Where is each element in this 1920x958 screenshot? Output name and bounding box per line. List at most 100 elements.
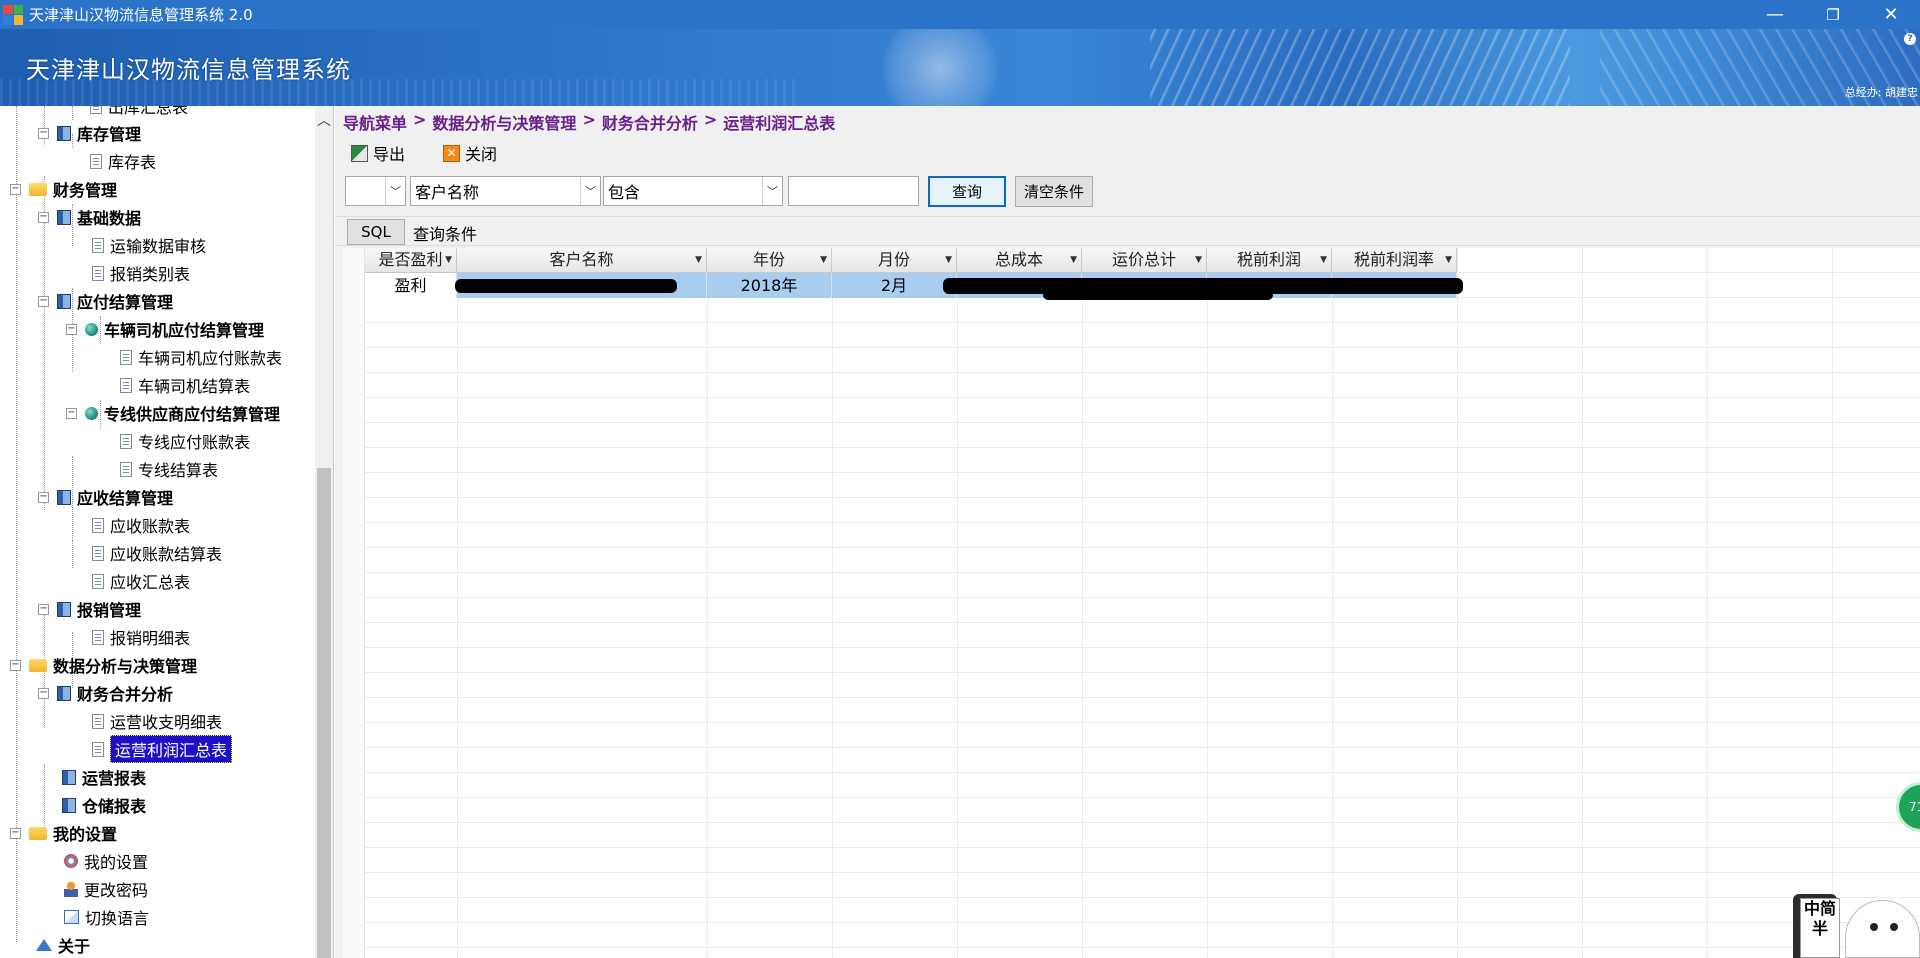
column-header-year[interactable]: 年份 ▼ <box>707 248 832 273</box>
collapse-icon[interactable]: − <box>38 211 49 223</box>
tree-item-finance-mgmt[interactable]: − 财务管理 <box>10 175 117 203</box>
tree-item-inventory-table[interactable]: 库存表 <box>90 147 156 175</box>
tree-item-change-password[interactable]: 更改密码 <box>64 875 148 903</box>
collapse-icon[interactable]: − <box>38 491 49 503</box>
tree-item-driver-settlement[interactable]: 车辆司机结算表 <box>120 371 250 399</box>
collapse-icon[interactable]: − <box>10 827 21 839</box>
column-header-profitable[interactable]: 是否盈利 ▼ <box>365 248 457 273</box>
tree-item-transport-audit[interactable]: 运输数据审核 <box>92 231 206 259</box>
tree-item-label: 应收结算管理 <box>77 489 174 508</box>
sql-button[interactable]: SQL <box>347 219 405 245</box>
column-header-pretax-margin[interactable]: 税前利润率 ▼ <box>1332 248 1457 273</box>
clear-conditions-button[interactable]: 清空条件 <box>1015 176 1093 207</box>
dropdown-arrow-icon[interactable]: ▼ <box>820 248 827 272</box>
tree-item-label: 仓储报表 <box>82 797 147 816</box>
tree-item-warehouse-reports[interactable]: 仓储报表 <box>62 791 146 819</box>
collapse-icon[interactable]: − <box>10 183 21 195</box>
collapse-icon[interactable]: − <box>66 323 77 335</box>
data-grid: 是否盈利 ▼ 客户名称 ▼ 年份 ▼ 月份 ▼ 总成本 ▼ 运价总计 ▼ 税前利润 ▼ 税前利… <box>343 248 1920 958</box>
tree-item-driver-payable-accounts[interactable]: 车辆司机应付账款表 <box>120 343 282 371</box>
sidebar-scrollbar[interactable]: ︿ <box>315 106 333 958</box>
column-header-freight-total[interactable]: 运价总计 ▼ <box>1082 248 1207 273</box>
tree-item-payables-mgmt[interactable]: − 应付结算管理 <box>38 287 173 315</box>
cell-month[interactable]: 2月 <box>832 273 957 298</box>
collapse-icon[interactable]: − <box>38 603 49 615</box>
tree-item-about[interactable]: 关于 <box>36 931 90 958</box>
tree-item-receivable-summary[interactable]: 应收汇总表 <box>92 567 190 595</box>
restore-button[interactable]: ❐ <box>1804 0 1862 29</box>
tree-item-expense-mgmt[interactable]: − 报销管理 <box>38 595 141 623</box>
collapse-icon[interactable]: − <box>66 407 77 419</box>
dropdown-arrow-icon[interactable]: ▼ <box>1070 248 1077 272</box>
column-header-pretax-profit[interactable]: 税前利润 ▼ <box>1207 248 1332 273</box>
tree-item-op-reports[interactable]: 运营报表 <box>62 763 146 791</box>
cell-year[interactable]: 2018年 <box>707 273 832 298</box>
minimize-button[interactable]: — <box>1746 0 1804 29</box>
logic-select[interactable]: ﹀ <box>345 176 406 206</box>
tree-item-op-profit-summary[interactable]: 运营利润汇总表 <box>92 735 233 763</box>
tree-item-my-settings[interactable]: 我的设置 <box>64 847 148 875</box>
close-window-button[interactable]: ✕ <box>1862 0 1920 29</box>
collapse-icon[interactable]: − <box>10 659 21 671</box>
breadcrumb-item[interactable]: 数据分析与决策管理 <box>432 110 576 133</box>
column-header-month[interactable]: 月份 ▼ <box>832 248 957 273</box>
tree-item-financial-merge[interactable]: − 财务合并分析 <box>38 679 173 707</box>
tree-item-label: 专线应付账款表 <box>138 433 251 452</box>
tree-item-line-supplier-payables[interactable]: − 专线供应商应付结算管理 <box>66 399 280 427</box>
scroll-up-icon[interactable]: ︿ <box>317 114 331 128</box>
dropdown-arrow-icon[interactable]: ▼ <box>1445 248 1452 272</box>
help-icon[interactable]: ? <box>1904 33 1916 45</box>
chevron-down-icon[interactable]: ﹀ <box>762 177 782 205</box>
dropdown-arrow-icon[interactable]: ▼ <box>1195 248 1202 272</box>
tree-item-receivables-mgmt[interactable]: − 应收结算管理 <box>38 483 173 511</box>
dropdown-arrow-icon[interactable]: ▼ <box>945 248 952 272</box>
filter-value-input[interactable] <box>788 176 919 206</box>
collapse-icon[interactable]: − <box>38 687 49 699</box>
dropdown-arrow-icon[interactable]: ▼ <box>695 248 702 272</box>
document-icon <box>90 153 102 169</box>
column-header-total-cost[interactable]: 总成本 ▼ <box>957 248 1082 273</box>
document-icon <box>92 265 104 281</box>
breadcrumb-item[interactable]: 导航菜单 <box>343 110 407 133</box>
tree-item-driver-payables[interactable]: − 车辆司机应付结算管理 <box>66 315 264 343</box>
tree-item-label: 更改密码 <box>84 881 149 900</box>
tree-item-my-settings-group[interactable]: − 我的设置 <box>10 819 117 847</box>
dropdown-arrow-icon[interactable]: ▼ <box>1320 248 1327 272</box>
close-label: 关闭 <box>465 145 498 164</box>
operator-select[interactable]: 包含 ﹀ <box>603 176 783 206</box>
chevron-down-icon[interactable]: ﹀ <box>580 177 600 205</box>
tree-item-label: 出库汇总表 <box>108 106 189 117</box>
tree-item-expense-category[interactable]: 报销类别表 <box>92 259 190 287</box>
tree-item-line-payable-accounts[interactable]: 专线应付账款表 <box>120 427 250 455</box>
column-header-label: 是否盈利 <box>378 250 443 269</box>
tree-item-line-settlement[interactable]: 专线结算表 <box>120 455 218 483</box>
tree-item-receivable-accounts[interactable]: 应收账款表 <box>92 511 190 539</box>
close-button[interactable]: ✕ 关闭 <box>443 141 497 165</box>
tree-item-data-analysis[interactable]: − 数据分析与决策管理 <box>10 651 197 679</box>
close-icon: ✕ <box>443 144 461 162</box>
current-user: 总经办: 胡建忠 <box>1844 86 1918 99</box>
breadcrumb-item[interactable]: 财务合并分析 <box>602 110 698 133</box>
scrollbar-thumb[interactable] <box>317 468 331 958</box>
query-button[interactable]: 查询 <box>928 176 1006 207</box>
export-button[interactable]: 导出 <box>351 141 405 165</box>
column-header-customer[interactable]: 客户名称 ▼ <box>457 248 707 273</box>
tree-item-receivable-settlement[interactable]: 应收账款结算表 <box>92 539 222 567</box>
tree-item-switch-language[interactable]: 切换语言 <box>64 903 149 931</box>
collapse-icon[interactable]: − <box>38 127 49 139</box>
collapse-icon[interactable]: − <box>38 295 49 307</box>
tree-item-outbound-summary[interactable]: 出库汇总表 <box>90 106 188 120</box>
ime-indicator[interactable]: 中简半 <box>1800 898 1840 958</box>
cell-profitable[interactable]: 盈利 <box>365 273 457 298</box>
tree-item-label: 切换语言 <box>85 909 150 928</box>
dropdown-arrow-icon[interactable]: ▼ <box>445 248 452 272</box>
tree-item-label: 运营利润汇总表 <box>110 735 233 763</box>
tree-item-expense-detail[interactable]: 报销明细表 <box>92 623 190 651</box>
chevron-down-icon[interactable]: ﹀ <box>385 177 405 205</box>
tree-item-basic-data[interactable]: − 基础数据 <box>38 203 141 231</box>
field-select[interactable]: 客户名称 ﹀ <box>410 176 601 206</box>
excel-export-icon <box>351 144 368 162</box>
tree-item-op-income-detail[interactable]: 运营收支明细表 <box>92 707 222 735</box>
tree-item-inventory-mgmt[interactable]: − 库存管理 <box>38 119 141 147</box>
redaction-mark <box>1043 290 1273 300</box>
